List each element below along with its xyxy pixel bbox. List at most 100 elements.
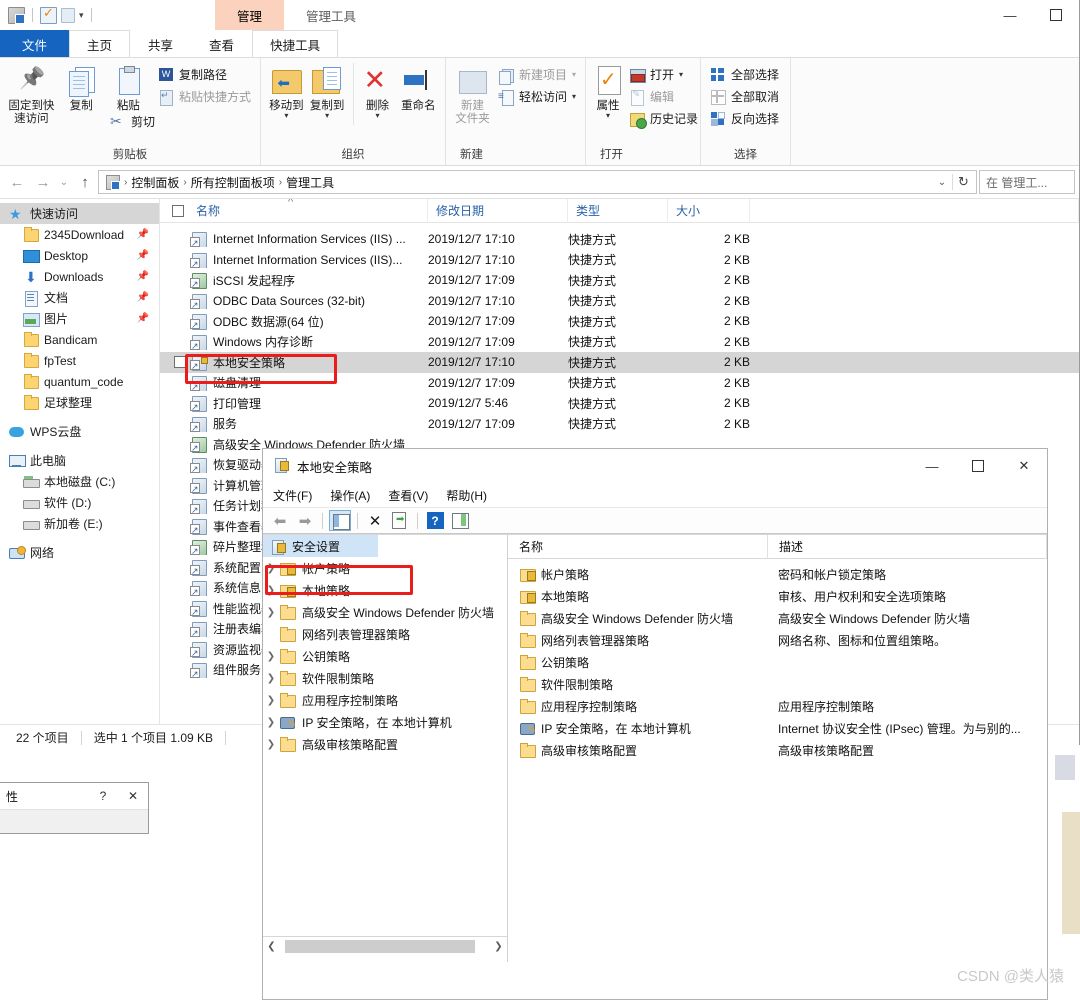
mmc-column-header-name[interactable]: 名称 xyxy=(508,534,768,559)
select-all-checkbox[interactable] xyxy=(160,199,188,223)
tree-item-account-policies[interactable]: ❯ 帐户策略 xyxy=(263,557,507,579)
recent-locations-button[interactable]: ⌄ xyxy=(56,169,72,195)
expand-chevron-icon[interactable]: ❯ xyxy=(263,673,279,684)
sidebar-item-2345download[interactable]: 2345Download 📌 xyxy=(0,224,159,245)
rename-button[interactable]: 重命名 xyxy=(398,61,439,113)
scroll-track[interactable] xyxy=(279,939,491,953)
new-folder-button[interactable]: 新建 文件夹 xyxy=(452,61,493,126)
move-to-button[interactable]: 移动到 ▾ xyxy=(267,61,306,120)
mmc-close-button[interactable]: ✕ xyxy=(1001,449,1047,483)
new-folder-icon[interactable] xyxy=(40,5,57,24)
expand-chevron-icon[interactable]: ❯ xyxy=(263,607,279,618)
paste-shortcut-button[interactable]: 粘贴快捷方式 xyxy=(155,87,254,106)
scroll-left-icon[interactable]: ❮ xyxy=(264,941,279,952)
breadcrumb-item-1[interactable]: 所有控制面板项 xyxy=(187,174,279,191)
pin-to-quick-access-button[interactable]: 固定到快速访问 xyxy=(6,61,57,126)
sidebar-item-network[interactable]: 网络 xyxy=(0,542,159,563)
background-scroll-thumb[interactable] xyxy=(1055,755,1075,780)
sidebar-item-disk-e[interactable]: 新加卷 (E:) xyxy=(0,513,159,534)
tree-root-security-settings[interactable]: 安全设置 xyxy=(263,535,378,557)
sidebar-item-quick-access[interactable]: 快速访问 xyxy=(0,203,159,224)
sidebar-item-quantum-code[interactable]: quantum_code xyxy=(0,371,159,392)
refresh-icon[interactable]: ↻ xyxy=(952,174,974,190)
copy-to-caret-icon[interactable]: ▾ xyxy=(325,112,329,120)
mmc-maximize-button[interactable] xyxy=(955,449,1001,483)
expand-chevron-icon[interactable]: ❯ xyxy=(263,717,279,728)
delete-caret-icon[interactable]: ▾ xyxy=(376,112,380,120)
sidebar-item-documents[interactable]: 文档 📌 xyxy=(0,287,159,308)
list-item[interactable]: 公钥策略 xyxy=(508,651,1047,673)
sidebar-item-wps-cloud[interactable]: WPS云盘 xyxy=(0,421,159,442)
sidebar-item-football[interactable]: 足球整理 xyxy=(0,392,159,413)
maximize-button[interactable] xyxy=(1033,0,1079,30)
list-item[interactable]: 网络列表管理器策略 网络名称、图标和位置组策略。 xyxy=(508,629,1047,651)
tab-home[interactable]: 主页 xyxy=(69,30,131,57)
search-input[interactable]: 在 管理工... xyxy=(979,170,1075,194)
copy-button[interactable]: 复制 xyxy=(59,61,104,113)
forward-arrow-icon[interactable] xyxy=(294,510,316,531)
list-item[interactable]: 高级安全 Windows Defender 防火墙 高级安全 Windows D… xyxy=(508,607,1047,629)
menu-view[interactable]: 查看(V) xyxy=(388,487,428,504)
back-arrow-icon[interactable] xyxy=(269,510,291,531)
tree-item-application-control[interactable]: ❯ 应用程序控制策略 xyxy=(263,689,507,711)
easy-access-caret-icon[interactable]: ▾ xyxy=(572,92,576,101)
tree-item-ip-security-policies[interactable]: ❯ IP 安全策略，在 本地计算机 xyxy=(263,711,507,733)
table-row[interactable]: ↗ 打印管理 2019/12/7 5:46 快捷方式 2 KB xyxy=(160,393,1079,414)
mini-dialog-close-button[interactable]: ✕ xyxy=(118,789,148,803)
table-row[interactable]: ↗ Internet Information Services (IIS)... … xyxy=(160,250,1079,271)
contextual-tab-admin-tools[interactable]: 管理工具 xyxy=(284,0,378,30)
blank-icon[interactable] xyxy=(61,7,75,23)
export-list-icon[interactable] xyxy=(389,510,411,531)
properties-icon[interactable] xyxy=(8,6,25,24)
help-icon[interactable]: ? xyxy=(424,510,446,531)
back-button[interactable]: ← xyxy=(4,169,30,195)
delete-x-icon[interactable] xyxy=(364,510,386,531)
list-item[interactable]: 应用程序控制策略 应用程序控制策略 xyxy=(508,695,1047,717)
expand-chevron-icon[interactable]: ❯ xyxy=(263,563,279,574)
mmc-column-header-description[interactable]: 描述 xyxy=(768,534,1047,559)
show-tree-icon[interactable] xyxy=(329,510,351,531)
action-pane-icon[interactable] xyxy=(449,510,471,531)
list-item[interactable]: IP 安全策略，在 本地计算机 Internet 协议安全性 (IPsec) 管… xyxy=(508,717,1047,739)
table-row[interactable]: ↗ ODBC 数据源(64 位) 2019/12/7 17:09 快捷方式 2 K… xyxy=(160,311,1079,332)
contextual-tab-manage[interactable]: 管理 xyxy=(215,0,285,30)
open-caret-icon[interactable]: ▾ xyxy=(679,70,683,79)
select-none-button[interactable]: 全部取消 xyxy=(707,87,782,106)
select-all-button[interactable]: 全部选择 xyxy=(707,65,782,84)
history-button[interactable]: 历史记录 xyxy=(626,109,701,129)
menu-action[interactable]: 操作(A) xyxy=(330,487,370,504)
tree-item-public-key-policies[interactable]: ❯ 公钥策略 xyxy=(263,645,507,667)
invert-selection-button[interactable]: 反向选择 xyxy=(707,109,782,128)
copy-to-button[interactable]: 复制到 ▾ xyxy=(308,61,347,120)
tab-share[interactable]: 共享 xyxy=(130,30,191,57)
table-row[interactable]: ↗ 服务 2019/12/7 17:09 快捷方式 2 KB xyxy=(160,414,1079,435)
tree-item-software-restriction[interactable]: ❯ 软件限制策略 xyxy=(263,667,507,689)
scroll-right-icon[interactable]: ❯ xyxy=(491,941,506,952)
menu-file[interactable]: 文件(F) xyxy=(273,487,312,504)
breadcrumb-item-2[interactable]: 管理工具 xyxy=(282,174,338,191)
delete-button[interactable]: 删除 ▾ xyxy=(359,61,395,120)
easy-access-button[interactable]: 轻松访问 ▾ xyxy=(495,87,579,106)
table-row[interactable]: ↗ Internet Information Services (IIS) ...… xyxy=(160,229,1079,250)
row-checkbox[interactable] xyxy=(174,356,186,369)
edit-button[interactable]: 编辑 xyxy=(626,87,701,106)
up-button[interactable]: ↑ xyxy=(72,169,98,195)
forward-button[interactable]: → xyxy=(30,169,56,195)
table-row[interactable]: ↗ iSCSI 发起程序 2019/12/7 17:09 快捷方式 2 KB xyxy=(160,270,1079,291)
move-to-caret-icon[interactable]: ▾ xyxy=(284,112,288,120)
expand-chevron-icon[interactable]: ❯ xyxy=(263,585,279,596)
sidebar-item-bandicam[interactable]: Bandicam xyxy=(0,329,159,350)
list-item[interactable]: 帐户策略 密码和帐户锁定策略 xyxy=(508,563,1047,585)
list-item[interactable]: 软件限制策略 xyxy=(508,673,1047,695)
column-header-name[interactable]: 名称 xyxy=(188,199,428,223)
menu-help[interactable]: 帮助(H) xyxy=(446,487,487,504)
expand-chevron-icon[interactable]: ❯ xyxy=(263,651,279,662)
table-row[interactable]: ↗ ODBC Data Sources (32-bit) 2019/12/7 17… xyxy=(160,291,1079,312)
scroll-thumb[interactable] xyxy=(285,939,475,953)
tab-file[interactable]: 文件 xyxy=(0,30,70,57)
tab-view[interactable]: 查看 xyxy=(191,30,252,57)
tree-item-network-list-manager[interactable]: 网络列表管理器策略 xyxy=(263,623,507,645)
sidebar-item-this-pc[interactable]: 此电脑 xyxy=(0,450,159,471)
sidebar-item-fptest[interactable]: fpTest xyxy=(0,350,159,371)
properties-button[interactable]: 属性 ▾ xyxy=(592,61,624,120)
